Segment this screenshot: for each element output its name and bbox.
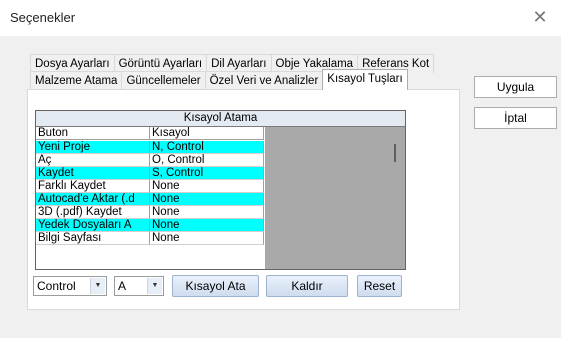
row-button-cell[interactable]: Bilgi Sayfası <box>36 232 150 245</box>
row-shortcut-cell[interactable]: None <box>150 219 264 232</box>
row-shortcut-cell[interactable]: None <box>150 206 264 219</box>
tab-g-ncellemeler[interactable]: Güncellemeler <box>121 71 206 90</box>
column-header[interactable]: Kısayol <box>150 127 264 140</box>
chevron-down-icon: ▼ <box>147 278 162 294</box>
tab-row-2: Malzeme Atama Güncellemeler Özel Veri ve A… <box>30 69 408 91</box>
modifier-select-value: Control <box>37 279 76 293</box>
row-button-cell[interactable]: Farklı Kaydet <box>36 180 150 193</box>
row-shortcut-cell[interactable]: O, Control <box>150 154 264 167</box>
row-button-cell[interactable]: Aç <box>36 154 150 167</box>
shortcut-grid[interactable]: Kısayol Atama Buton Kısayol Yeni Proje N, C… <box>35 110 406 270</box>
close-icon[interactable]: ✕ <box>527 4 553 30</box>
grid-title: Kısayol Atama <box>36 111 405 127</box>
scrollbar-thumb[interactable] <box>394 144 396 162</box>
apply-button[interactable]: Uygula <box>474 76 557 98</box>
grid-empty-area <box>265 127 405 269</box>
window-title: Seçenekler <box>10 10 76 25</box>
options-dialog: Seçenekler ✕ Dosya Ayarları Görüntü Ayarl… <box>0 0 561 338</box>
row-button-cell[interactable]: Yeni Proje <box>36 141 150 154</box>
reset-button[interactable]: Reset <box>357 275 402 297</box>
tab-k-sayol-tu-lar-[interactable]: Kısayol Tuşları <box>322 69 408 90</box>
tab-malzeme-atama[interactable]: Malzeme Atama <box>30 71 123 90</box>
chevron-down-icon: ▼ <box>90 278 105 294</box>
row-shortcut-cell[interactable]: None <box>150 232 264 245</box>
column-header[interactable]: Buton <box>36 127 150 140</box>
modifier-select[interactable]: Control ▼ <box>33 276 107 296</box>
row-shortcut-cell[interactable]: None <box>150 180 264 193</box>
title-bar: Seçenekler ✕ <box>0 0 561 36</box>
row-shortcut-cell[interactable]: None <box>150 193 264 206</box>
row-button-cell[interactable]: Autocad'e Aktar (.d <box>36 193 150 206</box>
row-button-cell[interactable]: Kaydet <box>36 167 150 180</box>
remove-shortcut-button[interactable]: Kaldır <box>266 275 348 297</box>
row-button-cell[interactable]: 3D (.pdf) Kaydet <box>36 206 150 219</box>
key-select-value: A <box>118 279 127 293</box>
assign-shortcut-button[interactable]: Kısayol Ata <box>172 275 259 297</box>
tab--zel-veri-ve-analizler[interactable]: Özel Veri ve Analizler <box>204 71 324 90</box>
row-shortcut-cell[interactable]: S, Control <box>150 167 264 180</box>
row-button-cell[interactable]: Yedek Dosyaları A <box>36 219 150 232</box>
key-select[interactable]: A ▼ <box>114 276 164 296</box>
cancel-button[interactable]: İptal <box>474 107 557 129</box>
row-shortcut-cell[interactable]: N, Control <box>150 141 264 154</box>
